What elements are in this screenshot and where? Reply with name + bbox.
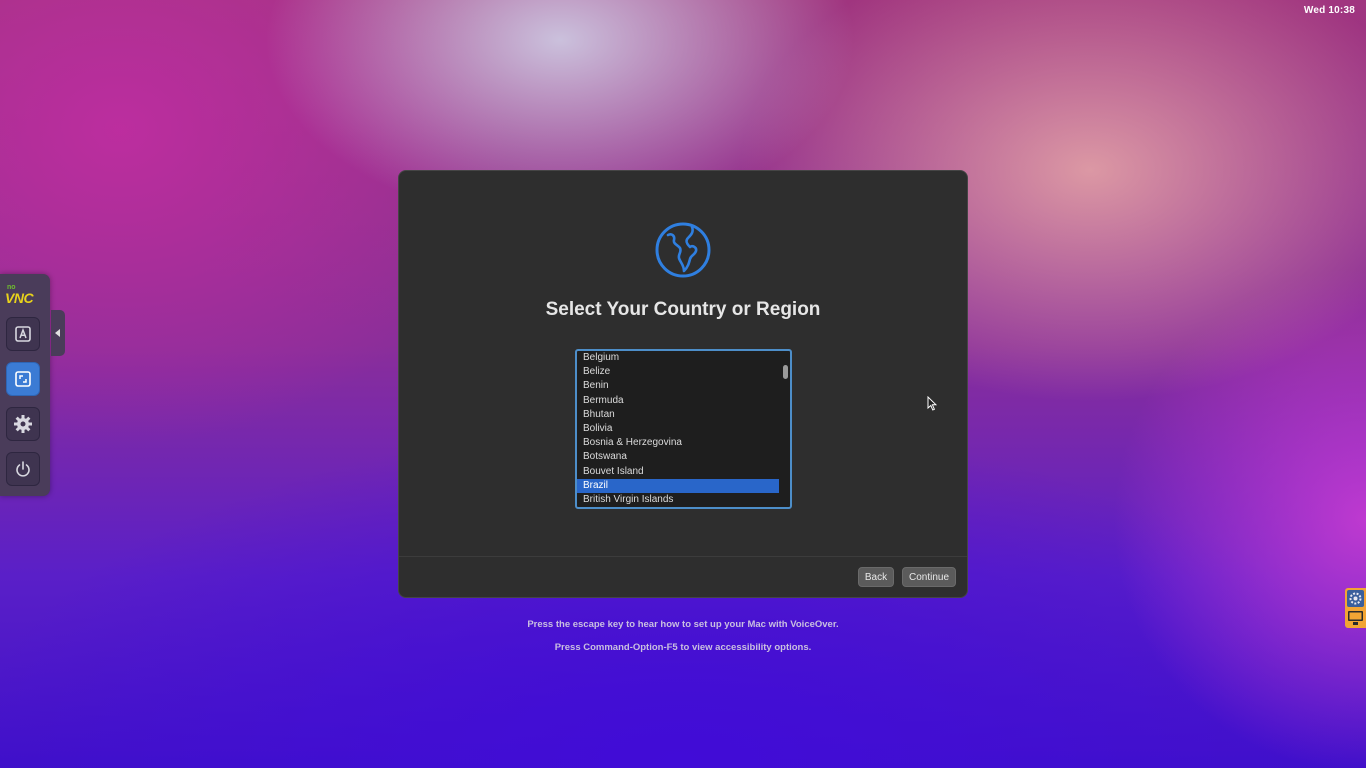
keyboard-button[interactable] — [6, 317, 40, 351]
vnc-logo: no VNC — [4, 284, 42, 306]
list-item[interactable]: Bosnia & Herzegovina — [577, 436, 779, 450]
fullscreen-icon — [15, 371, 31, 387]
setup-dialog: Select Your Country or Region Belgium Be… — [398, 170, 968, 598]
accessibility-hint: Press Command-Option-F5 to view accessib… — [554, 642, 812, 653]
vnc-toolbar-handle[interactable] — [51, 310, 65, 356]
list-item[interactable]: Bermuda — [577, 394, 779, 408]
list-item[interactable]: Botswana — [577, 450, 779, 464]
voiceover-hint: Press the escape key to hear how to set … — [527, 619, 839, 630]
chevron-left-icon — [55, 329, 60, 337]
vnc-logo-text: VNC — [5, 290, 34, 306]
list-item[interactable]: Bhutan — [577, 408, 779, 422]
globe-icon — [655, 222, 711, 278]
settings-button[interactable] — [6, 407, 40, 441]
list-scrollbar[interactable] — [783, 365, 788, 379]
list-item[interactable]: Belgium — [577, 351, 779, 365]
list-item[interactable]: Bouvet Island — [577, 465, 779, 479]
list-item[interactable]: Bolivia — [577, 422, 779, 436]
list-item[interactable]: Belize — [577, 365, 779, 379]
keyboard-a-icon — [15, 326, 31, 342]
continue-button[interactable]: Continue — [902, 567, 956, 587]
dialog-title: Select Your Country or Region — [545, 299, 821, 320]
list-item[interactable]: Benin — [577, 379, 779, 393]
vnc-toolbar: no VNC — [0, 274, 50, 496]
list-item[interactable]: British Virgin Islands — [577, 493, 779, 507]
power-icon — [16, 461, 30, 477]
back-button[interactable]: Back — [858, 567, 894, 587]
vnc-side-widget[interactable] — [1345, 588, 1366, 628]
fullscreen-button[interactable] — [6, 362, 40, 396]
list-item-selected[interactable]: Brazil — [577, 478, 779, 493]
menubar-clock: Wed 10:38 — [1303, 5, 1355, 16]
gear-icon — [14, 415, 32, 433]
mouse-pointer-icon — [927, 396, 937, 411]
disconnect-button[interactable] — [6, 452, 40, 486]
footer-divider — [399, 556, 967, 557]
country-list[interactable]: Belgium Belize Benin Bermuda Bhutan Boli… — [575, 349, 792, 509]
network-settings-icon — [1347, 590, 1364, 625]
desktop-wallpaper: Wed 10:38 no VNC Select Your Country or … — [0, 0, 1366, 768]
